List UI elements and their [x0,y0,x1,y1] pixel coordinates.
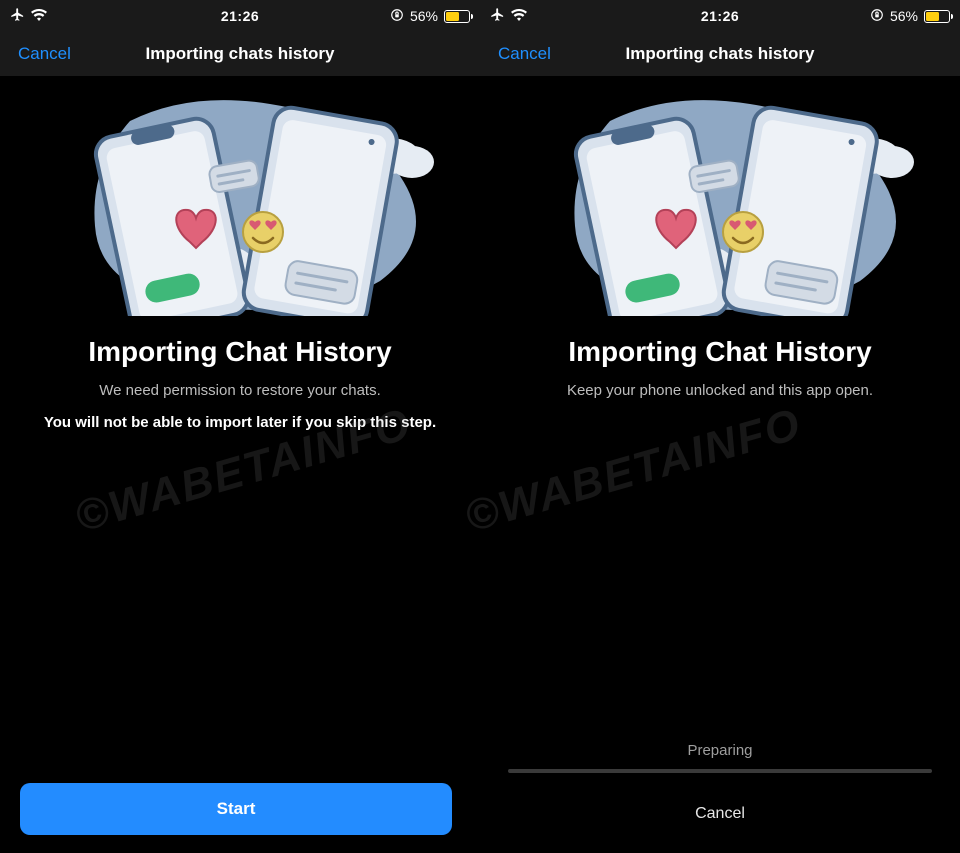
cancel-button[interactable]: Cancel [695,805,745,823]
start-button[interactable]: Start [20,783,452,835]
progress-bar [508,769,932,773]
progress-status-label: Preparing [687,742,752,759]
screen-import-progress: 21:26 56% Cancel Importing chats history… [480,0,960,853]
nav-title: Importing chats history [0,44,480,64]
screen-import-start: 21:26 56% Cancel Importing chats history… [0,0,480,853]
page-heading: Importing Chat History [88,336,391,368]
page-heading: Importing Chat History [568,336,871,368]
content-area: Importing Chat History We need permissio… [0,76,480,853]
watermark: ©WABETAINFO [460,399,807,543]
battery-icon [924,10,950,23]
status-time: 21:26 [701,8,739,24]
status-bar: 21:26 56% [0,0,480,32]
progress-footer: Preparing Cancel [480,742,960,853]
instruction-text: Keep your phone unlocked and this app op… [567,382,873,399]
status-time: 21:26 [221,8,259,24]
status-bar: 21:26 56% [480,0,960,32]
start-button-label: Start [217,799,256,819]
illustration [20,86,460,316]
permission-text: We need permission to restore your chats… [99,382,381,399]
battery-icon [444,10,470,23]
warning-text: You will not be able to import later if … [44,413,436,433]
nav-title: Importing chats history [480,44,960,64]
content-area: Importing Chat History Keep your phone u… [480,76,960,853]
illustration [500,86,940,316]
nav-bar: Cancel Importing chats history [480,32,960,76]
nav-bar: Cancel Importing chats history [0,32,480,76]
